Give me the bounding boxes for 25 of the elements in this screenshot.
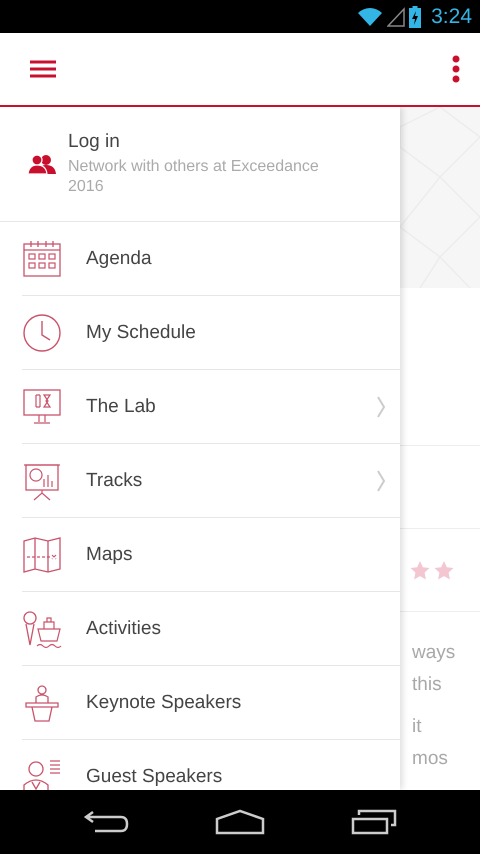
body-text-fragment: this <box>412 674 443 697</box>
body-text-fragment: ways <box>412 642 456 665</box>
more-options-icon <box>452 55 460 83</box>
clock-time: 3:24 <box>431 4 472 28</box>
recent-apps-icon <box>351 809 397 835</box>
login-title: Log in <box>68 131 121 153</box>
clock-icon <box>22 312 62 352</box>
drawer-item[interactable]: Agenda <box>22 222 400 296</box>
signal-icon <box>387 6 406 26</box>
back-icon <box>83 809 129 835</box>
monitor-icon <box>22 386 62 426</box>
star-icon <box>434 560 454 580</box>
calendar-icon <box>22 238 62 278</box>
wifi-icon <box>357 6 384 26</box>
people-icon <box>28 154 56 174</box>
menu-icon <box>30 59 56 79</box>
login-subtitle: Network with others at Exceedance 2016 <box>68 157 320 197</box>
body-text-fragment: it <box>412 716 422 739</box>
home-icon <box>215 809 265 835</box>
battery-icon <box>409 6 422 28</box>
drawer-item[interactable]: The Lab <box>22 370 400 444</box>
balloon-ship-icon <box>22 608 62 648</box>
map-icon <box>22 534 62 574</box>
body-text-fragment: mos <box>412 748 449 771</box>
star-icon <box>410 560 430 580</box>
